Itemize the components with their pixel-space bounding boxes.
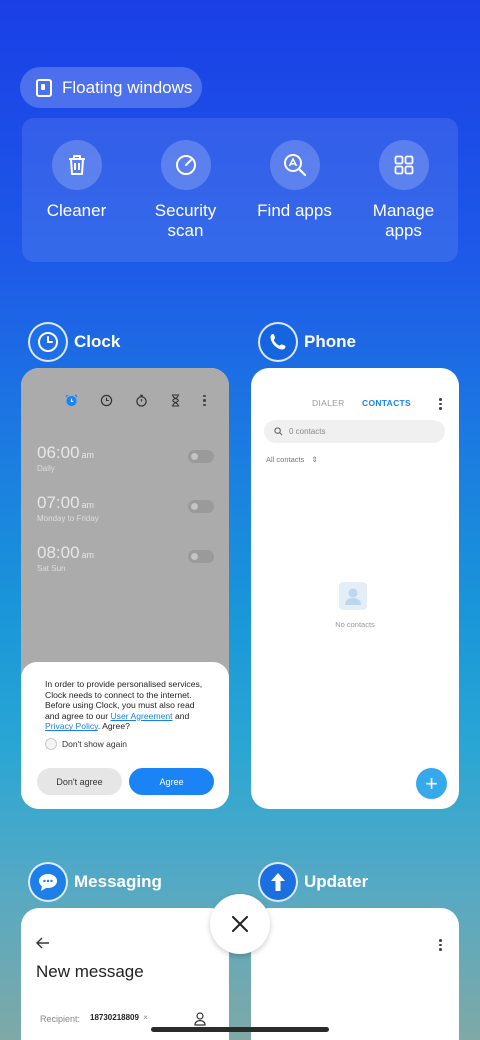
alarm-toggle[interactable]: [188, 550, 214, 563]
alarm-days: Monday to Friday: [37, 514, 99, 523]
messaging-app-name: Messaging: [74, 872, 162, 891]
quick-tools-panel: Cleaner Security scan Find apps Manage a…: [22, 118, 458, 262]
clock-app-name: Clock: [74, 332, 121, 351]
clock-tabs: [65, 394, 206, 407]
recipient-value: 18730218809: [90, 1013, 139, 1022]
messaging-app-header[interactable]: Messaging: [28, 862, 162, 902]
user-agreement-link[interactable]: User Agreement: [110, 711, 172, 721]
alarm-ampm: am: [81, 450, 95, 460]
alarm-time: 07:00: [37, 493, 80, 512]
home-indicator[interactable]: [151, 1027, 329, 1032]
privacy-policy-link[interactable]: Privacy Policy: [45, 721, 98, 731]
contacts-search-input[interactable]: 0 contacts: [264, 420, 445, 443]
alarm-ampm: am: [81, 500, 95, 510]
sort-icon: ⇕: [311, 455, 318, 464]
messaging-app-icon: [28, 862, 68, 902]
privacy-dialog-text: In order to provide personalised service…: [45, 679, 203, 732]
close-all-button[interactable]: [210, 894, 270, 954]
find-apps-button[interactable]: Find apps: [240, 118, 349, 262]
updater-app-header[interactable]: Updater: [258, 862, 368, 902]
more-options-icon[interactable]: [439, 398, 442, 410]
security-scan-button[interactable]: Security scan: [131, 118, 240, 262]
floating-windows-label: Floating windows: [62, 77, 193, 97]
contact-placeholder-icon: [339, 582, 367, 610]
cleaner-button[interactable]: Cleaner: [22, 118, 131, 262]
tab-contacts[interactable]: CONTACTS: [362, 398, 411, 408]
remove-recipient-icon[interactable]: ×: [143, 1013, 148, 1022]
search-placeholder: 0 contacts: [289, 427, 326, 436]
updater-app-name: Updater: [304, 872, 369, 891]
more-options-icon[interactable]: [439, 939, 442, 951]
contact-picker-icon[interactable]: [194, 1012, 206, 1026]
agree-button[interactable]: Agree: [129, 768, 214, 795]
tab-dialer[interactable]: DIALER: [312, 398, 345, 408]
add-contact-button[interactable]: +: [416, 768, 447, 799]
alarm-days: Sat Sun: [37, 564, 66, 573]
security-scan-icon: [160, 140, 211, 190]
messaging-app-card[interactable]: New message Recipient: 18730218809 ×: [21, 908, 229, 1040]
clock-app-icon: [28, 322, 68, 362]
alarm-time: 08:00: [37, 543, 80, 562]
close-icon: [232, 916, 248, 932]
alarm-tab-icon[interactable]: [65, 394, 78, 407]
phone-app-name: Phone: [304, 332, 356, 351]
alarm-item[interactable]: 08:00 am Sat Sun: [37, 543, 94, 573]
contacts-filter-dropdown[interactable]: All contacts ⇕: [266, 455, 318, 464]
plus-icon: +: [425, 770, 438, 796]
alarm-item[interactable]: 06:00 am Daily: [37, 443, 94, 473]
checkbox-icon: [45, 738, 57, 750]
alarm-item[interactable]: 07:00 am Monday to Friday: [37, 493, 99, 523]
trash-icon: [51, 140, 102, 190]
phone-app-icon: [258, 322, 298, 362]
dont-agree-button[interactable]: Don't agree: [37, 768, 122, 795]
timer-tab-icon[interactable]: [170, 394, 181, 407]
security-scan-label: Security scan: [154, 201, 217, 240]
new-message-title: New message: [36, 962, 144, 981]
alarm-time: 06:00: [37, 443, 80, 462]
floating-windows-button[interactable]: Floating windows: [20, 67, 202, 108]
recipient-label: Recipient:: [40, 1014, 81, 1024]
world-clock-tab-icon[interactable]: [100, 394, 113, 407]
updater-app-card[interactable]: [251, 908, 459, 1040]
dont-show-again-checkbox[interactable]: Don't show again: [45, 738, 127, 750]
recipient-chip[interactable]: 18730218809 ×: [90, 1013, 148, 1022]
manage-apps-button[interactable]: Manage apps: [349, 118, 458, 262]
stopwatch-tab-icon[interactable]: [135, 394, 148, 407]
alarm-ampm: am: [81, 550, 95, 560]
dont-show-again-label: Don't show again: [62, 739, 127, 749]
phone-app-header[interactable]: Phone: [258, 322, 356, 362]
cleaner-label: Cleaner: [46, 201, 107, 220]
alarm-toggle[interactable]: [188, 500, 214, 513]
privacy-dialog: In order to provide personalised service…: [21, 662, 229, 809]
search-icon: [274, 427, 283, 436]
back-arrow-icon[interactable]: [36, 937, 50, 949]
more-options-icon[interactable]: [203, 394, 206, 407]
clock-app-card[interactable]: 06:00 am Daily 07:00 am Monday to Friday 0…: [21, 368, 229, 809]
contacts-filter-label: All contacts: [266, 455, 305, 464]
find-apps-icon: [269, 140, 320, 190]
manage-apps-label: Manage apps: [372, 201, 435, 240]
alarm-toggle[interactable]: [188, 450, 214, 463]
find-apps-label: Find apps: [257, 201, 332, 220]
grid-icon: [378, 140, 429, 190]
alarm-days: Daily: [37, 464, 55, 473]
updater-app-icon: [258, 862, 298, 902]
no-contacts-text: No contacts: [335, 620, 375, 629]
phone-app-card[interactable]: DIALER CONTACTS 0 contacts All contacts …: [251, 368, 459, 809]
clock-app-header[interactable]: Clock: [28, 322, 120, 362]
floating-window-icon: [36, 78, 52, 97]
